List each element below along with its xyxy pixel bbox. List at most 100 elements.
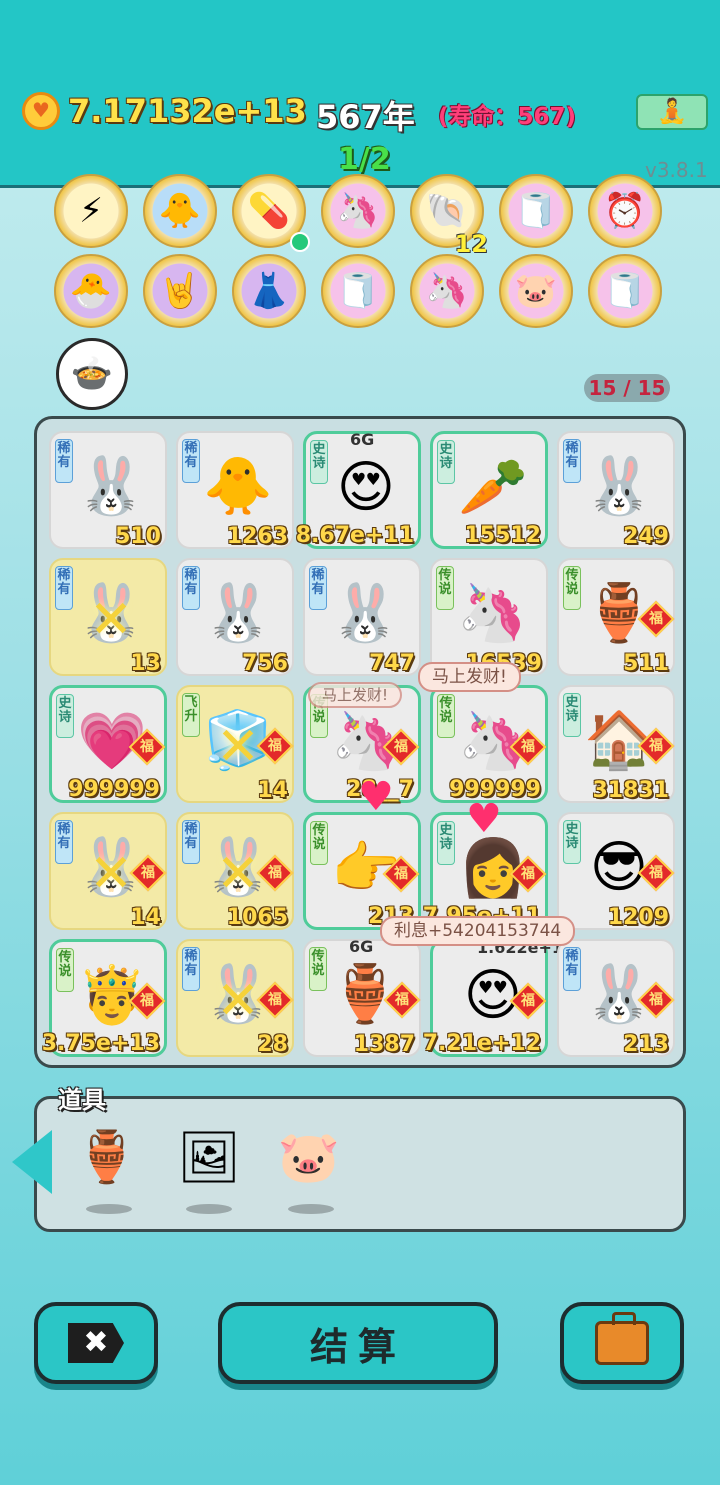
meditation-button[interactable]: 🧘: [636, 94, 708, 130]
item-icon: 🐥: [203, 454, 273, 519]
rarity-tag: 稀有: [182, 820, 200, 864]
heart-icon: ♥: [466, 796, 502, 842]
chick-egg-icon[interactable]: 🐣: [54, 254, 128, 328]
fortune-label: 福: [141, 865, 155, 881]
unicorn-icon-glyph: 🦄: [425, 271, 469, 311]
unicorn-icon[interactable]: 🦄: [321, 174, 395, 248]
item-shadow: [186, 1204, 232, 1214]
grid-cell[interactable]: 稀有 🐰 747: [303, 558, 421, 676]
fortune-label: 福: [268, 865, 282, 881]
item-value: 510: [115, 524, 161, 549]
shell-icon-glyph: 🐚: [425, 191, 469, 231]
grid-cell[interactable]: 稀有 🐰 福 ✕ 14: [49, 812, 167, 930]
fortune-label: 福: [395, 992, 409, 1008]
grid-cell[interactable]: 稀有 🐰 756: [176, 558, 294, 676]
briefcase-icon: [595, 1312, 649, 1365]
rarity-tag: 飞升: [182, 693, 200, 737]
grid-cell[interactable]: 传说 🏺 福 511: [557, 558, 675, 676]
item-value: 999999: [68, 777, 160, 802]
duck-pot-icon[interactable]: 🍲: [56, 338, 128, 410]
fortune-label: 福: [521, 993, 535, 1009]
item-value: 747: [369, 651, 415, 676]
fortune-toast: 马上发财!: [418, 662, 521, 692]
rarity-tag: 稀有: [563, 947, 581, 991]
rarity-tag: 传说: [436, 566, 454, 610]
fortune-label: 福: [649, 992, 663, 1008]
grid-cell[interactable]: 稀有 🐰 510: [49, 431, 167, 549]
top-bar: ♥ 7.17132e+13 567年 (寿命：567) 🧘 1/2 v3.8.1: [0, 0, 720, 188]
lightning-icon[interactable]: ⚡: [54, 174, 128, 248]
grid-cell[interactable]: 传说 🤴 福 3.75e+13: [42, 939, 167, 1057]
skirt-icon[interactable]: 👗: [232, 254, 306, 328]
grid-cell[interactable]: 稀有 🐰 福 ✕ 28: [176, 939, 294, 1057]
exit-button[interactable]: ✖: [34, 1302, 158, 1384]
time-card-icon[interactable]: ⏰: [588, 174, 662, 248]
item-icon: 🐰: [584, 454, 654, 519]
item-value: 15512: [464, 523, 541, 548]
piggy-bank-icon[interactable]: 🐷: [499, 254, 573, 328]
skirt-icon-glyph: 👗: [247, 271, 291, 311]
pill-pack-icon[interactable]: 💊: [232, 174, 310, 252]
tools-label: 道具: [58, 1086, 106, 1114]
fortune-label: 福: [140, 993, 154, 1009]
chick-syringe-icon[interactable]: 🐥: [143, 174, 217, 248]
tissue-box-icon[interactable]: 🧻: [588, 254, 662, 328]
grid-cell[interactable]: 传说👉福213: [303, 812, 421, 930]
item-value: 31831: [592, 778, 669, 803]
tissue-box-icon[interactable]: 🧻: [499, 174, 573, 248]
grid-cell[interactable]: 史诗 🏠 福 31831: [557, 685, 675, 803]
grid-cell[interactable]: 史诗 😎 福 1209: [557, 812, 675, 930]
item-value: 7.21e+12: [422, 1031, 541, 1056]
fortune-label: 福: [394, 866, 408, 882]
time-card-icon-glyph: ⏰: [603, 191, 647, 231]
cross-mark-icon: ✕: [216, 971, 260, 1031]
item-icon: 🐰: [76, 454, 146, 519]
grid-cell[interactable]: 1.622e+12 😍 福 7.21e+12: [423, 938, 574, 1057]
item-icon: 🥕: [458, 455, 528, 520]
fortune-label: 福: [649, 738, 663, 754]
item-value: 1387: [353, 1032, 415, 1057]
rock-hand-icon[interactable]: 🤘: [143, 254, 217, 328]
grid-cell[interactable]: 稀有 🐰 福 213: [557, 939, 675, 1057]
unicorn-icon[interactable]: 🦄: [410, 254, 484, 328]
grid-cell[interactable]: 稀有 🐥 1263: [176, 431, 294, 549]
jade-vase-icon[interactable]: 🏺: [72, 1122, 142, 1192]
rarity-tag: 传说: [563, 566, 581, 610]
grid-cell[interactable]: 史诗 6G 😍 8.67e+11: [296, 430, 421, 549]
item-value: 28: [257, 1032, 288, 1057]
fortune-label: 福: [649, 865, 663, 881]
grid-cell[interactable]: 飞升 🧊 福 ✕ 14: [176, 685, 294, 803]
fortune-label: 福: [649, 611, 663, 627]
pill-pack-icon-glyph: 💊: [247, 191, 291, 231]
fortune-toast: 马上发财!: [308, 682, 403, 708]
grid-cell[interactable]: 传说 6G 🏺 福 1387: [303, 937, 421, 1057]
settle-button[interactable]: 结算: [218, 1302, 498, 1384]
grid-cell[interactable]: 稀有 🐰 福 ✕ 1065: [176, 812, 294, 930]
bag-button[interactable]: [560, 1302, 684, 1384]
rarity-tag: 史诗: [310, 440, 328, 484]
grid-cell[interactable]: 稀有 🐰 249: [557, 431, 675, 549]
grid-cell[interactable]: 传说🦄16539: [430, 558, 548, 676]
item-value: 213: [623, 1032, 669, 1057]
rarity-tag: 传说: [309, 947, 327, 991]
grid-cell[interactable]: 稀有 🐰 ✕ 13: [49, 558, 167, 676]
shell-icon[interactable]: 🐚 12: [410, 174, 488, 258]
tissue-box-icon[interactable]: 🧻: [321, 254, 395, 328]
left-arrow-icon[interactable]: [12, 1130, 52, 1194]
fortune-label: 福: [521, 739, 535, 755]
cross-mark-icon: ✕: [216, 844, 260, 904]
fortune-label: 福: [268, 738, 282, 754]
item-icon: 🐰: [330, 581, 400, 646]
item-shadow: [86, 1204, 132, 1214]
frame-icon[interactable]: 🖼: [174, 1122, 244, 1192]
tissue-box-icon-glyph: 🧻: [336, 271, 380, 311]
grid-cell[interactable]: 史诗 💗 福 999999: [49, 685, 167, 803]
item-shadow: [288, 1204, 334, 1214]
item-value: 249: [623, 524, 669, 549]
piggy-bank-icon[interactable]: 🐷: [274, 1122, 344, 1192]
grid-cell[interactable]: 传说 🦄 福 999999: [430, 685, 548, 803]
rarity-tag: 史诗: [563, 820, 581, 864]
item-value: 511: [623, 651, 669, 676]
active-dot: [290, 232, 310, 252]
grid-cell[interactable]: 史诗 🥕 15512: [430, 431, 548, 549]
